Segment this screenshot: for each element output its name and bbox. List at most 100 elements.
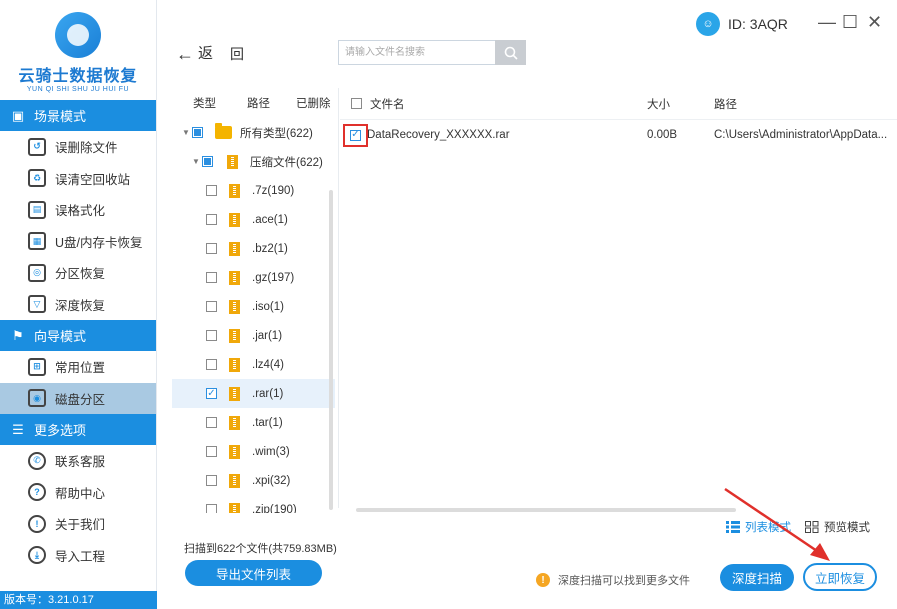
list-item[interactable]: .jar(1): [172, 321, 335, 350]
file-name: DataRecovery_XXXXXX.rar: [367, 129, 510, 141]
item-checkbox[interactable]: [206, 330, 217, 341]
item-checkbox[interactable]: ✓: [206, 388, 217, 399]
list-item-label: .iso(1): [252, 300, 284, 313]
item-checkbox[interactable]: [206, 185, 217, 196]
nav-item-deep-recovery[interactable]: ▽ 深度恢复: [0, 289, 156, 321]
list-item[interactable]: ✓ .rar(1): [172, 379, 335, 408]
disk-format-icon: ▤: [28, 200, 46, 219]
item-checkbox[interactable]: [206, 475, 217, 486]
nav-item-deleted-files[interactable]: ↺ 误删除文件: [0, 131, 156, 163]
table-row[interactable]: ✓ DataRecovery_XXXXXX.rar 0.00B C:\Users…: [340, 120, 897, 150]
tree-group-archives[interactable]: ▼ 压缩文件(622): [172, 147, 335, 176]
nav-item-contact-support[interactable]: ✆ 联系客服: [0, 445, 156, 477]
nav-item-help-center[interactable]: ? 帮助中心: [0, 477, 156, 509]
item-checkbox[interactable]: [206, 359, 217, 370]
item-checkbox[interactable]: [206, 446, 217, 457]
recycle-bin-icon: ♻: [28, 169, 46, 188]
item-checkbox[interactable]: [206, 214, 217, 225]
list-item[interactable]: .zip(190): [172, 495, 335, 513]
account-id[interactable]: ☺ ID: 3AQR: [696, 12, 788, 36]
back-button[interactable]: ← 返: [176, 42, 213, 65]
item-checkbox[interactable]: [206, 417, 217, 428]
help-icon: ?: [28, 483, 46, 502]
scene-mode-icon: ▣: [11, 107, 25, 123]
nav-item-disk-partition[interactable]: ◉ 磁盘分区: [0, 382, 156, 414]
list-item[interactable]: .xpi(32): [172, 466, 335, 495]
nav-item-common-locations[interactable]: ⊞ 常用位置: [0, 351, 156, 383]
list-item[interactable]: .ace(1): [172, 205, 335, 234]
category-tree-panel: 类型 路径 已删除 ▼ 所有类型(622) ▼ 压缩文件(622) .7z(19…: [172, 88, 335, 513]
user-avatar-icon: ☺: [696, 12, 720, 36]
highlight-box: [343, 124, 368, 147]
search-input[interactable]: 请输入文件名搜索: [338, 40, 496, 65]
folder-icon: [215, 123, 232, 139]
arrow-left-icon: ←: [176, 44, 194, 64]
partition-icon: ◎: [28, 263, 46, 282]
item-checkbox[interactable]: [206, 504, 217, 513]
list-item-label: .zip(190): [252, 503, 297, 514]
list-item-label: .lz4(4): [252, 358, 284, 371]
column-path[interactable]: 路径: [714, 96, 737, 112]
list-item-label: .tar(1): [252, 416, 283, 429]
caret-down-icon[interactable]: ▼: [192, 157, 202, 166]
nav-item-recycle-bin[interactable]: ♻ 误清空回收站: [0, 163, 156, 195]
tree-scrollbar[interactable]: [329, 190, 333, 510]
list-item-label: .xpi(32): [252, 474, 291, 487]
sd-card-icon: ▦: [28, 232, 46, 251]
list-item[interactable]: .tar(1): [172, 408, 335, 437]
list-item[interactable]: .gz(197): [172, 263, 335, 292]
list-item-label: .ace(1): [252, 213, 288, 226]
sidebar: 云骑士数据恢复 YUN QI SHI SHU JU HUI FU ▣ 场景模式 …: [0, 0, 157, 609]
list-item-label: .gz(197): [252, 271, 295, 284]
info-icon: !: [28, 514, 46, 533]
minimize-button[interactable]: —: [818, 12, 836, 33]
nav-item-import-project[interactable]: ⤓ 导入工程: [0, 540, 156, 572]
item-checkbox[interactable]: [206, 301, 217, 312]
list-item[interactable]: .bz2(1): [172, 234, 335, 263]
item-checkbox[interactable]: [206, 272, 217, 283]
caret-down-icon[interactable]: ▼: [182, 128, 192, 137]
import-icon: ⤓: [28, 546, 46, 565]
archive-file-icon: [229, 444, 240, 459]
file-horizontal-scrollbar[interactable]: [356, 508, 736, 512]
recover-now-button[interactable]: 立即恢复: [803, 563, 877, 591]
nav-item-format[interactable]: ▤ 误格式化: [0, 194, 156, 226]
select-all-checkbox[interactable]: [351, 98, 362, 109]
tree-root[interactable]: ▼ 所有类型(622): [172, 118, 335, 147]
version-label: 版本号：3.21.0.17: [0, 591, 157, 609]
item-checkbox[interactable]: [206, 243, 217, 254]
list-item[interactable]: .iso(1): [172, 292, 335, 321]
nav-item-about-us[interactable]: ! 关于我们: [0, 508, 156, 540]
tab-deleted[interactable]: 已删除: [296, 95, 331, 111]
root-checkbox[interactable]: [192, 127, 203, 138]
export-file-list-button[interactable]: 导出文件列表: [185, 560, 322, 586]
archive-file-icon: [227, 154, 238, 169]
tree-list: ▼ 所有类型(622) ▼ 压缩文件(622) .7z(190) .ace(1).…: [172, 118, 335, 513]
search-button[interactable]: [495, 40, 526, 65]
archive-file-icon: [229, 415, 240, 430]
archive-file-icon: [229, 183, 240, 198]
topbar: ← 返 回 请输入文件名搜索 ☺ ID: 3AQR — ☐ ✕: [158, 0, 897, 85]
list-item[interactable]: .lz4(4): [172, 350, 335, 379]
logo-name: 云骑士数据恢复: [18, 68, 138, 85]
tab-type[interactable]: 类型: [193, 95, 216, 111]
maximize-button[interactable]: ☐: [842, 12, 858, 33]
column-size[interactable]: 大小: [647, 96, 670, 112]
phone-icon: ✆: [28, 451, 46, 470]
file-path: C:\Users\Administrator\AppData...: [714, 129, 888, 141]
section-wizard-mode: ⚑ 向导模式: [0, 320, 156, 351]
forward-button[interactable]: 回: [230, 44, 244, 64]
list-item-label: .rar(1): [252, 387, 284, 400]
group-checkbox[interactable]: [202, 156, 213, 167]
close-button[interactable]: ✕: [867, 12, 882, 33]
nav-item-partition-recovery[interactable]: ◎ 分区恢复: [0, 257, 156, 289]
windows-icon: ⊞: [28, 357, 46, 376]
deep-scan-button[interactable]: 深度扫描: [720, 564, 794, 591]
archive-file-icon: [229, 241, 240, 256]
column-name[interactable]: 文件名: [370, 96, 405, 112]
list-item[interactable]: .7z(190): [172, 176, 335, 205]
tab-path[interactable]: 路径: [247, 95, 270, 111]
list-item-label: .7z(190): [252, 184, 295, 197]
list-item[interactable]: .wim(3): [172, 437, 335, 466]
nav-item-usb-card[interactable]: ▦ U盘/内存卡恢复: [0, 226, 156, 258]
